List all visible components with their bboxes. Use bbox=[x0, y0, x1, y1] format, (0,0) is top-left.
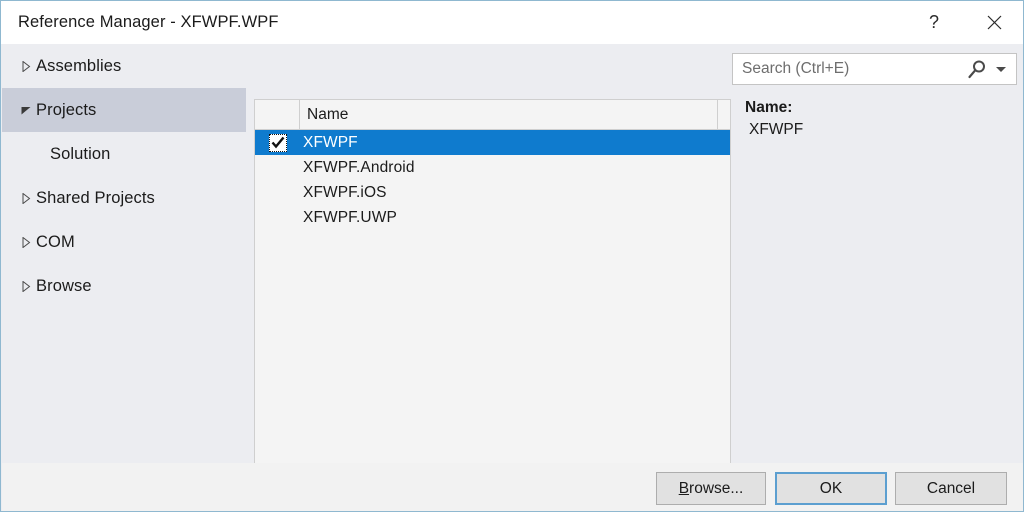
ok-button-label: OK bbox=[819, 479, 843, 497]
title-bar: Reference Manager - XFWPF.WPF ? bbox=[1, 1, 1023, 44]
list-item-xfwpf-uwp[interactable]: XFWPF.UWP bbox=[255, 205, 730, 230]
sidebar-item-shared-projects[interactable]: Shared Projects bbox=[2, 176, 246, 220]
dialog-title: Reference Manager - XFWPF.WPF bbox=[18, 13, 279, 31]
chevron-down-icon bbox=[16, 106, 36, 115]
list-item-xfwpf-android[interactable]: XFWPF.Android bbox=[255, 155, 730, 180]
dialog-footer: Browse... OK Cancel bbox=[2, 463, 1023, 511]
browse-button[interactable]: Browse... bbox=[656, 472, 766, 505]
chevron-down-icon[interactable] bbox=[996, 67, 1006, 72]
sidebar-item-com[interactable]: COM bbox=[2, 220, 246, 264]
sidebar-item-label: Solution bbox=[50, 144, 111, 163]
help-button[interactable]: ? bbox=[911, 1, 957, 43]
list-header-filler-column bbox=[718, 100, 730, 129]
list-item-xfwpf-ios[interactable]: XFWPF.iOS bbox=[255, 180, 730, 205]
sidebar-item-solution[interactable]: Solution bbox=[2, 132, 246, 176]
search-input[interactable] bbox=[742, 56, 957, 82]
row-checkbox-cell[interactable] bbox=[255, 133, 300, 152]
chevron-right-icon bbox=[16, 236, 36, 248]
sidebar-item-label: Assemblies bbox=[36, 56, 122, 75]
close-button[interactable] bbox=[971, 1, 1017, 43]
close-icon bbox=[987, 15, 1001, 29]
list-item-xfwpf[interactable]: XFWPF bbox=[255, 130, 730, 155]
cancel-button-label: Cancel bbox=[926, 479, 976, 497]
list-item-label: XFWPF.iOS bbox=[303, 183, 387, 201]
search-icon[interactable] bbox=[966, 59, 988, 81]
sidebar-item-browse[interactable]: Browse bbox=[2, 264, 246, 308]
ok-button[interactable]: OK bbox=[775, 472, 887, 505]
list-header-row: Name bbox=[255, 100, 730, 130]
detail-panel: Name: XFWPF bbox=[742, 99, 1017, 494]
search-box[interactable] bbox=[732, 53, 1017, 85]
list-item-label: XFWPF bbox=[303, 133, 358, 151]
sidebar-item-label: Shared Projects bbox=[36, 188, 155, 207]
projects-list-panel: Name XFWPF XFWPF.Android XFWPF.iOS XFWPF… bbox=[254, 99, 731, 494]
chevron-right-icon bbox=[16, 60, 36, 72]
question-mark-icon: ? bbox=[928, 12, 939, 32]
reference-manager-dialog: Reference Manager - XFWPF.WPF ? Assembli… bbox=[0, 0, 1024, 512]
dialog-body: Assemblies Projects Solution Shared Proj… bbox=[2, 44, 1023, 494]
list-header-checkbox-column bbox=[255, 100, 300, 129]
sidebar-item-assemblies[interactable]: Assemblies bbox=[2, 44, 246, 88]
browse-button-label: rowse... bbox=[689, 479, 744, 497]
detail-name-label: Name: bbox=[745, 99, 793, 116]
sidebar-item-label: Projects bbox=[36, 100, 97, 119]
sidebar-item-projects[interactable]: Projects bbox=[2, 88, 246, 132]
sidebar: Assemblies Projects Solution Shared Proj… bbox=[2, 44, 246, 463]
browse-accel-letter: B bbox=[678, 479, 690, 497]
sidebar-item-label: COM bbox=[36, 232, 75, 251]
chevron-right-icon bbox=[16, 280, 36, 292]
sidebar-item-label: Browse bbox=[36, 276, 92, 295]
list-item-label: XFWPF.Android bbox=[303, 158, 415, 176]
detail-name-value: XFWPF bbox=[749, 121, 804, 138]
list-header-name-column[interactable]: Name bbox=[300, 100, 718, 129]
chevron-right-icon bbox=[16, 192, 36, 204]
list-header-name-label: Name bbox=[307, 105, 349, 123]
list-item-label: XFWPF.UWP bbox=[303, 208, 397, 226]
checkbox-checked-icon[interactable] bbox=[268, 133, 287, 152]
cancel-button[interactable]: Cancel bbox=[895, 472, 1007, 505]
